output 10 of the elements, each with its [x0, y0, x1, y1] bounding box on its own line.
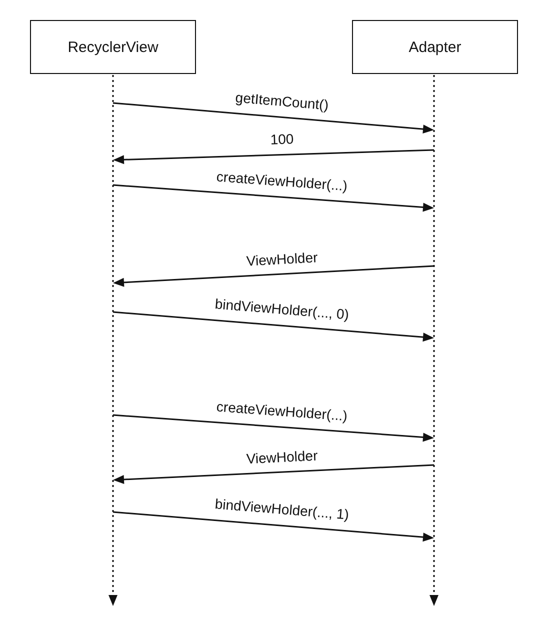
message-label: ViewHolder — [246, 446, 318, 466]
message-label: bindViewHolder(..., 1) — [214, 496, 350, 522]
message-label: getItemCount() — [234, 88, 329, 112]
message-label: createViewHolder(...) — [215, 168, 348, 194]
message-label: bindViewHolder(..., 0) — [214, 296, 350, 322]
message-label: createViewHolder(...) — [215, 398, 348, 424]
participant-box: Adapter — [352, 20, 518, 74]
participant-box: RecyclerView — [30, 20, 196, 74]
message-label: 100 — [270, 130, 294, 148]
message-label: ViewHolder — [245, 248, 318, 268]
